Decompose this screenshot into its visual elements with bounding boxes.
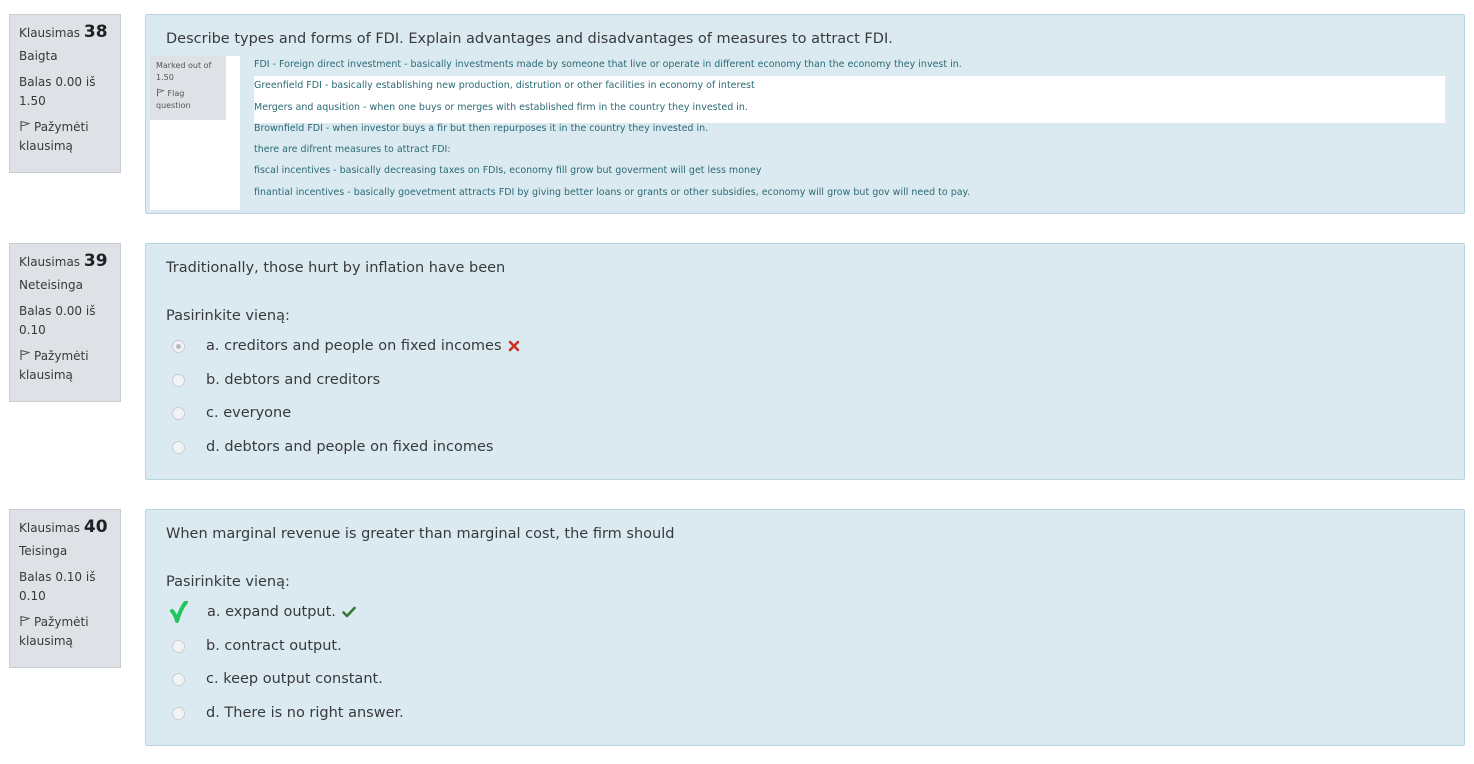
- answer-option[interactable]: c. everyone: [166, 401, 291, 425]
- question-state: Teisinga: [19, 544, 68, 558]
- answer-radio[interactable]: [172, 440, 185, 454]
- answer-radio[interactable]: [172, 406, 185, 420]
- question-number: Klausimas 40: [19, 518, 111, 538]
- answer-label: a. expand output.: [207, 604, 336, 620]
- answer-label: a. creditors and people on fixed incomes: [206, 338, 502, 354]
- question-number: Klausimas 39: [19, 252, 111, 272]
- embedded-answer-line: Mergers and aqusition - when one buys or…: [254, 101, 748, 113]
- embedded-marked-value: 1.50: [156, 73, 174, 82]
- question-state: Neteisinga: [19, 278, 83, 292]
- flag-question-link[interactable]: Pažymėti klausimą: [19, 118, 111, 156]
- embedded-marked-label: Marked out of: [156, 61, 212, 70]
- answer-label: d. There is no right answer.: [206, 705, 404, 721]
- selected-check-mark-icon[interactable]: [170, 601, 188, 623]
- embedded-answer-line: Greenfield FDI - basically establishing …: [254, 80, 755, 92]
- flag-label: Pažymėti: [34, 120, 89, 134]
- question-state: Baigta: [19, 49, 58, 63]
- flag-label-2: klausimą: [19, 139, 73, 153]
- question-number-value: 38: [83, 22, 108, 42]
- answer-option[interactable]: d. debtors and people on fixed incomes: [166, 435, 493, 459]
- answer-radio[interactable]: [172, 706, 185, 720]
- correct-check-icon: [342, 606, 356, 618]
- question-formulation-40: When marginal revenue is greater than ma…: [145, 509, 1465, 746]
- answer-option[interactable]: c. keep output constant.: [166, 667, 383, 691]
- grade-line: Balas 0.10 iš: [19, 570, 96, 584]
- embedded-flag-icon: [157, 88, 165, 97]
- question-grade: Balas 0.00 iš 1.50: [19, 73, 111, 111]
- answer-label: c. keep output constant.: [206, 671, 383, 687]
- answer-option[interactable]: a. expand output.: [166, 600, 356, 624]
- question-label: Klausimas: [19, 255, 81, 269]
- answer-radio[interactable]: [172, 639, 185, 653]
- grade-line: Balas 0.00 iš: [19, 304, 96, 318]
- question-info-38: Klausimas 38 Baigta Balas 0.00 iš 1.50 P…: [9, 14, 121, 173]
- flag-question-link[interactable]: Pažymėti klausimą: [19, 347, 111, 385]
- answer-radio[interactable]: [172, 672, 185, 686]
- answer-option[interactable]: d. There is no right answer.: [166, 701, 404, 725]
- flag-icon: [20, 616, 31, 626]
- answer-prompt: Pasirinkite vieną:: [166, 574, 290, 590]
- grade-value: 0.10: [19, 589, 46, 603]
- question-number: Klausimas 38: [19, 23, 111, 43]
- embedded-question-info: Marked out of 1.50 Flag question: [150, 56, 226, 120]
- answer-prompt: Pasirinkite vieną:: [166, 308, 290, 324]
- question-grade: Balas 0.00 iš 0.10: [19, 302, 111, 340]
- question-text: When marginal revenue is greater than ma…: [166, 526, 675, 542]
- question-info-40: Klausimas 40 Teisinga Balas 0.10 iš 0.10…: [9, 509, 121, 668]
- answer-label: d. debtors and people on fixed incomes: [206, 439, 494, 455]
- embedded-answer-screenshot: Marked out of 1.50 Flag question FDI - F…: [150, 56, 1445, 210]
- embedded-answer-line: there are difrent measures to attract FD…: [254, 144, 451, 156]
- question-text: Traditionally, those hurt by inflation h…: [166, 260, 506, 276]
- embedded-answer-line: finantial incentives - basically goevetm…: [254, 186, 970, 198]
- question-label: Klausimas: [19, 26, 81, 40]
- incorrect-cross-icon: [508, 340, 520, 352]
- embedded-answer-line: Brownfield FDI - when investor buys a fi…: [254, 122, 709, 134]
- flag-label: Pažymėti: [34, 349, 89, 363]
- grade-value: 1.50: [19, 94, 46, 108]
- answer-option[interactable]: a. creditors and people on fixed incomes: [166, 334, 520, 358]
- question-number-value: 40: [83, 517, 108, 537]
- answer-radio[interactable]: [172, 339, 185, 353]
- embedded-answer-line: FDI - Foreign direct investment - basica…: [254, 59, 962, 70]
- question-grade: Balas 0.10 iš 0.10: [19, 568, 111, 606]
- question-number-value: 39: [83, 251, 108, 271]
- embedded-answer-line: fiscal incentives - basically decreasing…: [254, 165, 762, 177]
- question-formulation-38: Describe types and forms of FDI. Explain…: [145, 14, 1465, 214]
- answer-option[interactable]: b. contract output.: [166, 634, 342, 658]
- flag-icon: [20, 350, 31, 360]
- question-text: Describe types and forms of FDI. Explain…: [166, 31, 893, 47]
- grade-line: Balas 0.00 iš: [19, 75, 96, 89]
- embedded-flag-label-2: question: [156, 101, 191, 110]
- grade-value: 0.10: [19, 323, 46, 337]
- question-label: Klausimas: [19, 521, 81, 535]
- embedded-flag-label: Flag: [167, 89, 185, 98]
- embedded-flag: Flag question: [156, 88, 220, 112]
- answer-label: c. everyone: [206, 405, 292, 421]
- question-info-39: Klausimas 39 Neteisinga Balas 0.00 iš 0.…: [9, 243, 121, 402]
- flag-label-2: klausimą: [19, 634, 73, 648]
- answer-label: b. debtors and creditors: [206, 372, 381, 388]
- flag-label: Pažymėti: [34, 615, 89, 629]
- answer-radio[interactable]: [172, 373, 185, 387]
- flag-question-link[interactable]: Pažymėti klausimą: [19, 613, 111, 651]
- embedded-answer-lines: FDI - Foreign direct investment - basica…: [254, 56, 970, 205]
- answer-label: b. contract output.: [206, 638, 342, 654]
- flag-icon: [20, 121, 31, 131]
- flag-label-2: klausimą: [19, 368, 73, 382]
- question-formulation-39: Traditionally, those hurt by inflation h…: [145, 243, 1465, 480]
- answer-option[interactable]: b. debtors and creditors: [166, 368, 380, 392]
